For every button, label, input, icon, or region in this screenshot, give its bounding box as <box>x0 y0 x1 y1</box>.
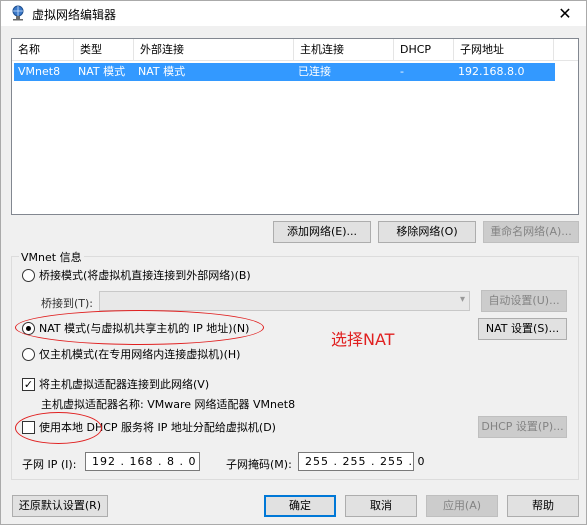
help-button[interactable]: 帮助 <box>507 495 579 517</box>
ok-button[interactable]: 确定 <box>264 495 336 517</box>
network-globe-icon <box>12 5 24 21</box>
nat-highlight-ellipse <box>15 310 264 345</box>
column-header-type[interactable]: 类型 <box>74 39 134 61</box>
close-icon: ✕ <box>558 4 572 23</box>
column-header-subnet[interactable]: 子网地址 <box>454 39 554 61</box>
host-only-mode-radio[interactable]: 仅主机模式(在专用网络内连接虚拟机)(H) <box>22 346 240 362</box>
host-only-mode-label: 仅主机模式(在专用网络内连接虚拟机)(H) <box>39 348 241 361</box>
close-button[interactable]: ✕ <box>544 1 586 26</box>
subnet-mask-input[interactable]: 255 . 255 . 255 . 0 <box>298 452 424 471</box>
dhcp-highlight-ellipse <box>15 412 102 444</box>
bridged-mode-radio[interactable]: 桥接模式(将虚拟机直接连接到外部网络)(B) <box>22 267 251 283</box>
column-header-host[interactable]: 主机连接 <box>294 39 394 61</box>
cell-type: NAT 模式 <box>78 65 126 78</box>
connect-adapter-label: 将主机虚拟适配器连接到此网络(V) <box>39 378 210 391</box>
vmnet-info-group-label: VMnet 信息 <box>19 249 84 265</box>
table-header: 名称 类型 外部连接 主机连接 DHCP 子网地址 <box>12 39 578 61</box>
annotation-note: 选择NAT <box>331 330 395 349</box>
subnet-ip-label: 子网 IP (I): <box>22 458 77 471</box>
cell-dhcp: - <box>400 65 404 78</box>
cell-host: 已连接 <box>298 65 331 78</box>
table-row[interactable]: VMnet8 NAT 模式 NAT 模式 已连接 - 192.168.8.0 <box>14 63 555 81</box>
network-table[interactable]: 名称 类型 外部连接 主机连接 DHCP 子网地址 VMnet8 NAT 模式 … <box>11 38 579 215</box>
virtual-network-editor-window: 虚拟网络编辑器 ✕ 名称 类型 外部连接 主机连接 DHCP 子网地址 VMne… <box>0 0 587 525</box>
dhcp-settings-button[interactable]: DHCP 设置(P)... <box>478 416 567 438</box>
column-header-dhcp[interactable]: DHCP <box>394 39 454 61</box>
apply-button[interactable]: 应用(A) <box>426 495 498 517</box>
nat-settings-button[interactable]: NAT 设置(S)... <box>478 318 567 340</box>
cell-subnet: 192.168.8.0 <box>458 65 525 78</box>
cancel-button[interactable]: 取消 <box>345 495 417 517</box>
host-only-radio-indicator <box>22 347 35 361</box>
subnet-mask-label: 子网掩码(M): <box>226 458 292 471</box>
auto-settings-button[interactable]: 自动设置(U)... <box>481 290 567 312</box>
remove-network-button[interactable]: 移除网络(O) <box>378 221 476 243</box>
title-bar: 虚拟网络编辑器 ✕ <box>1 1 586 26</box>
connect-adapter-checkbox[interactable]: ✓ 将主机虚拟适配器连接到此网络(V) <box>22 376 209 392</box>
cell-name: VMnet8 <box>18 65 61 78</box>
chevron-down-icon: ▾ <box>459 294 465 305</box>
bridge-to-select[interactable]: ▾ <box>99 291 470 311</box>
bridged-mode-label: 桥接模式(将虚拟机直接连接到外部网络)(B) <box>39 269 251 282</box>
window-title: 虚拟网络编辑器 <box>32 8 117 22</box>
cell-external: NAT 模式 <box>138 65 186 78</box>
restore-defaults-button[interactable]: 还原默认设置(R) <box>12 495 108 517</box>
checkmark-icon: ✓ <box>22 377 35 391</box>
bridged-radio-indicator <box>22 268 35 282</box>
column-header-external[interactable]: 外部连接 <box>134 39 294 61</box>
bridge-to-label: 桥接到(T): <box>41 297 94 310</box>
adapter-name-text: 主机虚拟适配器名称: VMware 网络适配器 VMnet8 <box>41 398 296 411</box>
subnet-ip-input[interactable]: 192 . 168 . 8 . 0 <box>85 452 200 471</box>
add-network-button[interactable]: 添加网络(E)... <box>273 221 371 243</box>
rename-network-button[interactable]: 重命名网络(A)... <box>483 221 579 243</box>
column-header-name[interactable]: 名称 <box>12 39 74 61</box>
